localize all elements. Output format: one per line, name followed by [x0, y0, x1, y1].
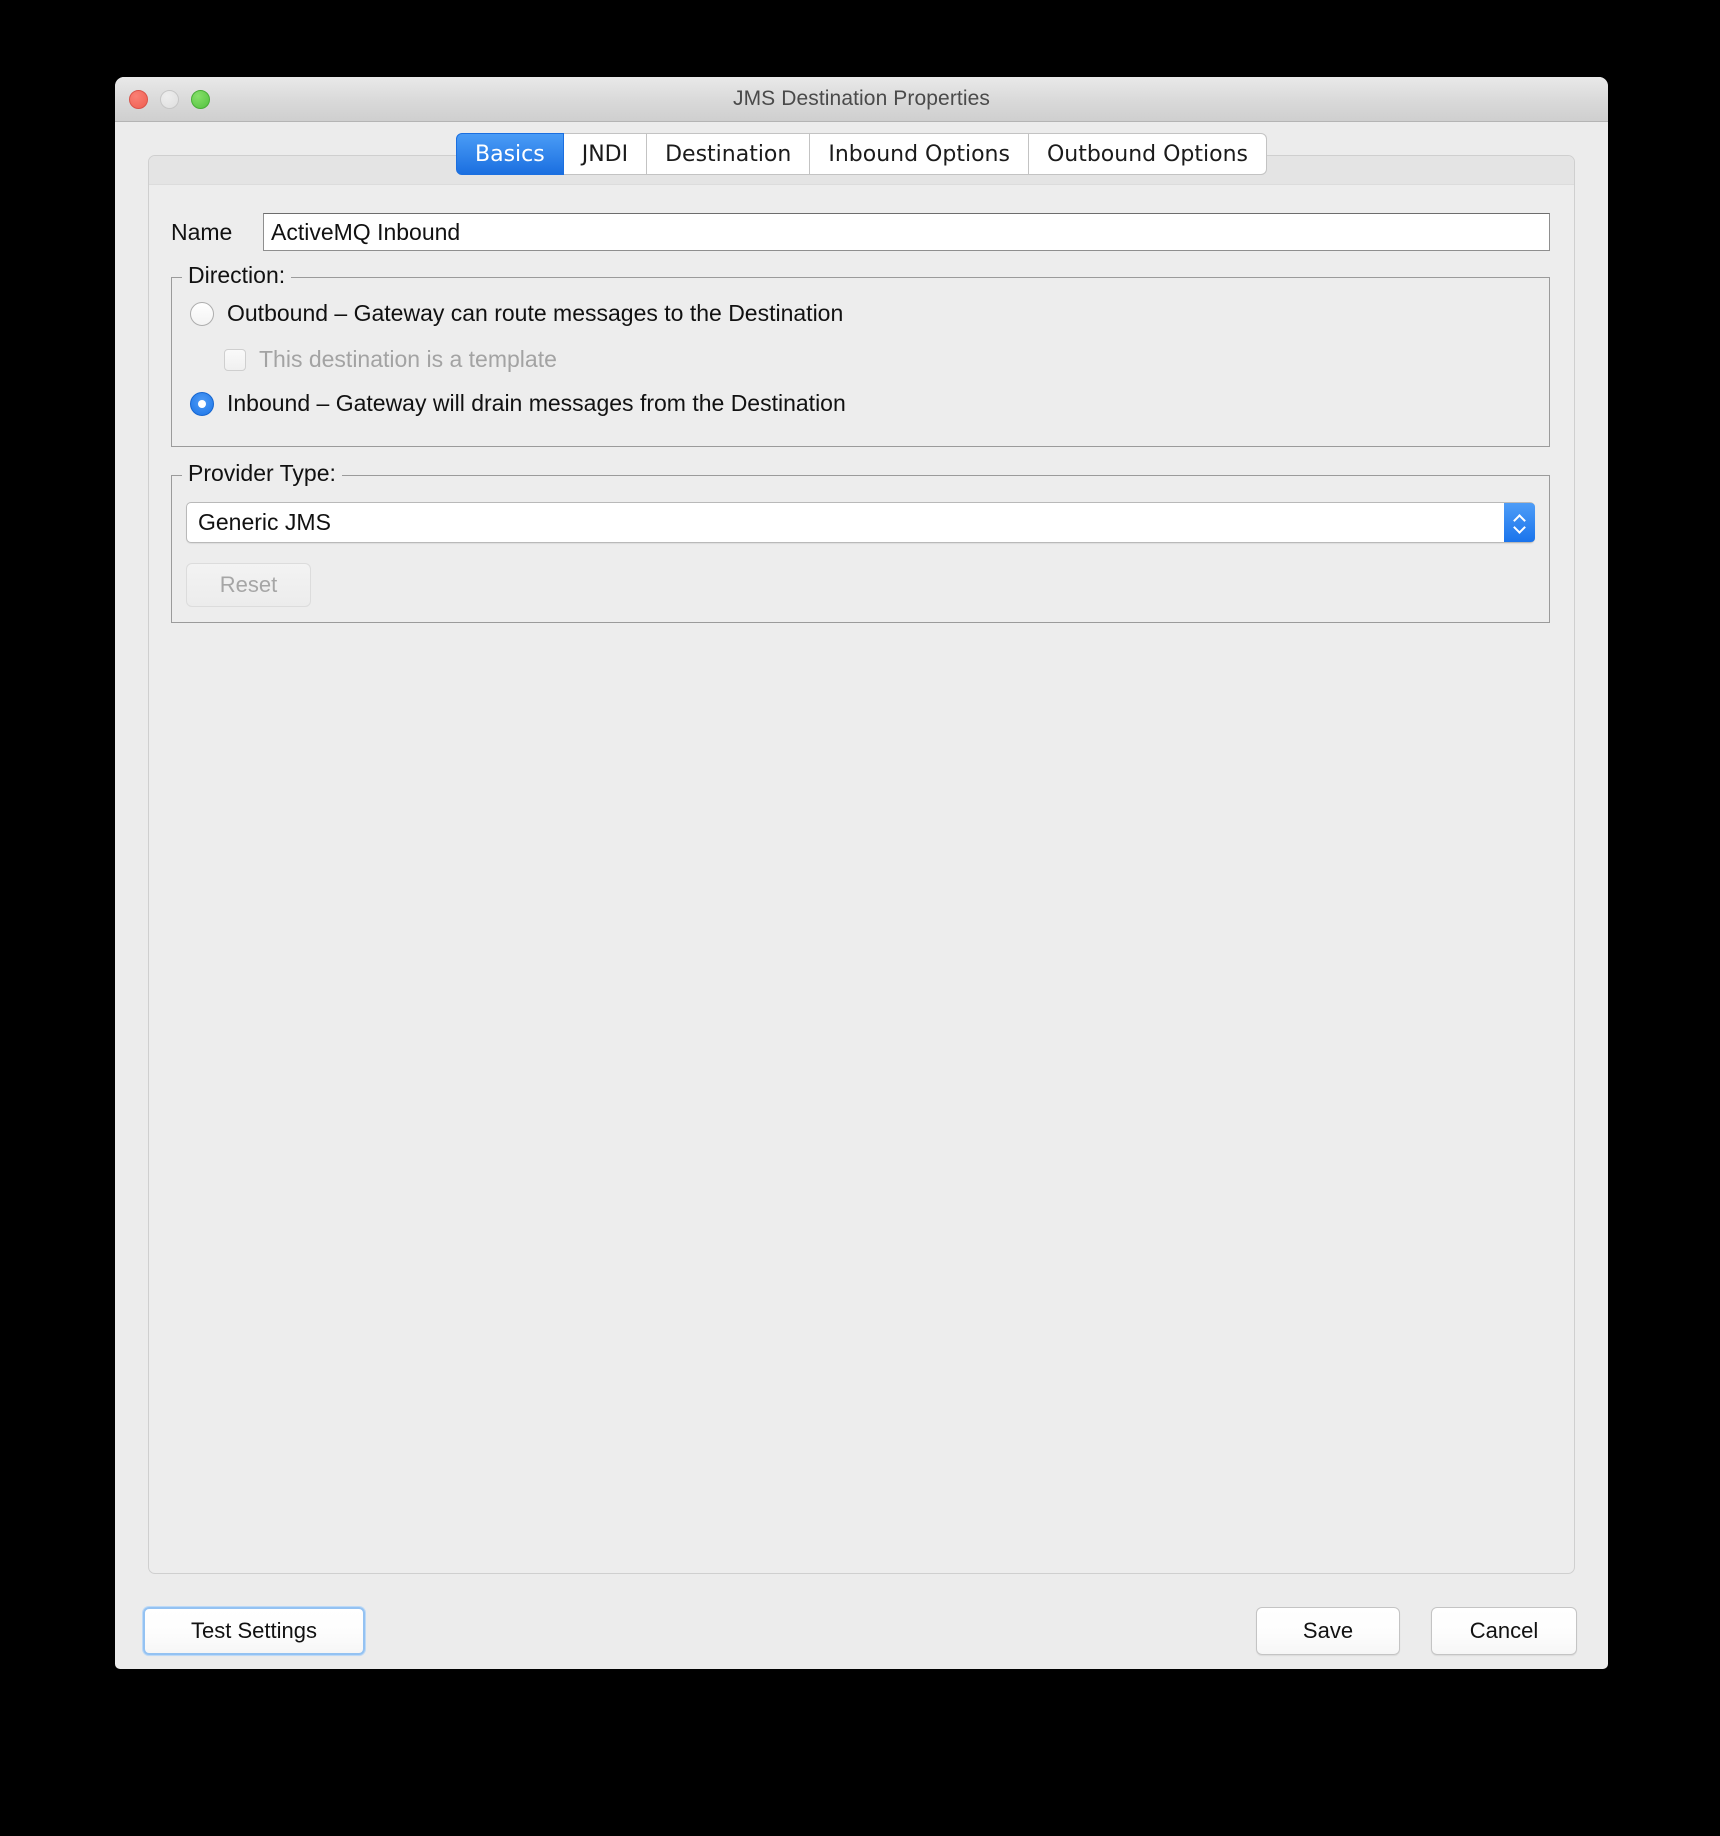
outbound-radio[interactable] [190, 301, 214, 326]
name-label: Name [171, 218, 233, 245]
provider-type-select[interactable]: Generic JMS [186, 502, 1535, 543]
jms-destination-properties-window: JMS Destination Properties Basics JNDI D… [115, 77, 1608, 1669]
inbound-radio[interactable] [190, 391, 214, 416]
provider-type-value: Generic JMS [198, 509, 331, 535]
tab-bar: Basics JNDI Destination Inbound Options … [115, 133, 1608, 175]
template-checkbox [224, 348, 246, 371]
chevron-down-icon [1514, 524, 1526, 531]
template-label: This destination is a template [259, 346, 557, 372]
tab-jndi[interactable]: JNDI [563, 133, 648, 175]
provider-type-group: Provider Type: Generic JMS Reset [171, 460, 1550, 623]
direction-legend: Direction: [182, 262, 292, 289]
tab-inbound-options[interactable]: Inbound Options [810, 133, 1029, 175]
tab-outbound-options[interactable]: Outbound Options [1028, 133, 1267, 175]
direction-group: Direction: Outbound – Gateway can route … [171, 262, 1550, 447]
dialog-footer: Test Settings Save Cancel [115, 1607, 1608, 1669]
chevron-up-down-icon[interactable] [1504, 503, 1535, 542]
save-button[interactable]: Save [1256, 1607, 1400, 1655]
title-bar[interactable]: JMS Destination Properties [115, 77, 1608, 122]
outbound-label: Outbound – Gateway can route messages to… [227, 300, 844, 326]
tab-destination[interactable]: Destination [647, 133, 811, 175]
window-title: JMS Destination Properties [732, 87, 991, 110]
provider-type-legend: Provider Type: [182, 460, 342, 487]
inbound-radio-row[interactable]: Inbound – Gateway will drain messages fr… [190, 390, 846, 417]
test-settings-button[interactable]: Test Settings [143, 1607, 365, 1655]
cancel-button[interactable]: Cancel [1431, 1607, 1577, 1655]
tab-basics[interactable]: Basics [456, 133, 564, 175]
outbound-radio-row[interactable]: Outbound – Gateway can route messages to… [190, 300, 843, 327]
reset-button[interactable]: Reset [186, 563, 311, 607]
template-checkbox-row: This destination is a template [224, 346, 557, 373]
name-row: Name [171, 213, 1550, 251]
basics-tab-panel: Name Direction: Outbound – Gateway can r… [148, 155, 1575, 1574]
name-input[interactable] [263, 213, 1550, 251]
inbound-label: Inbound – Gateway will drain messages fr… [227, 390, 846, 416]
